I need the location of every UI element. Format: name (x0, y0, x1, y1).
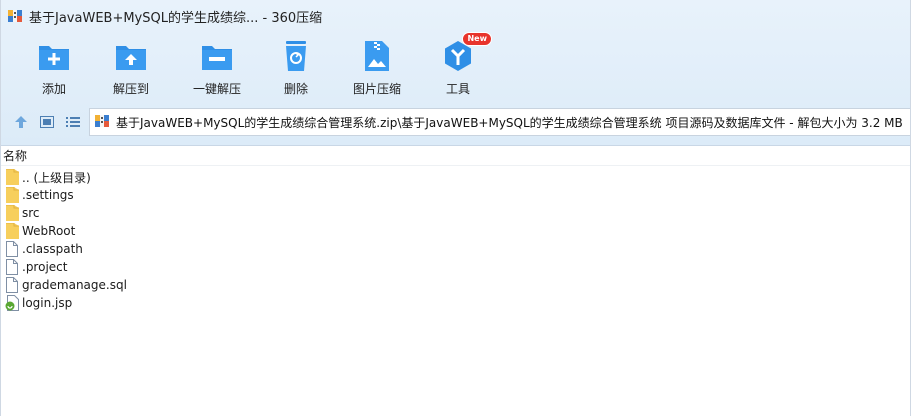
image-compress-label: 图片压缩 (352, 82, 401, 96)
list-item-src[interactable]: src (1, 204, 910, 222)
toolbar: 添加 解压到 一键解压 删除 图片压缩 New 工具 (17, 32, 492, 98)
address-bar[interactable]: 基于JavaWEB+MySQL的学生成绩综合管理系统.zip\基于JavaWEB… (89, 108, 910, 136)
list-item-webroot[interactable]: WebRoot (1, 222, 910, 240)
list-item-grademanage-sql[interactable]: grademanage.sql (1, 276, 910, 294)
column-name-header[interactable]: 名称 (3, 147, 27, 164)
delete-icon (278, 38, 314, 74)
one-click-extract-button[interactable]: 一键解压 (171, 38, 263, 97)
title-bar: 基于JavaWEB+MySQL的学生成绩综... - 360压缩 (1, 0, 910, 32)
folder-icon (5, 205, 19, 221)
extract-to-icon (113, 38, 149, 74)
extract-to-label: 解压到 (112, 82, 149, 96)
list-item-project[interactable]: .project (1, 258, 910, 276)
list-item-settings[interactable]: .settings (1, 186, 910, 204)
add-label: 添加 (41, 82, 66, 96)
window-title: 基于JavaWEB+MySQL的学生成绩综... - 360压缩 (29, 10, 323, 26)
list-item-label: .project (22, 260, 68, 274)
archive-file-icon (94, 113, 110, 132)
add-icon (36, 38, 72, 74)
app-window: 基于JavaWEB+MySQL的学生成绩综... - 360压缩 添加 解压到 … (0, 0, 911, 416)
file-icon (5, 277, 19, 293)
list-item-parent-dir[interactable]: .. (上级目录) (1, 168, 910, 186)
jsp-file-icon (5, 295, 19, 311)
file-icon (5, 241, 19, 257)
folder-icon (5, 169, 19, 185)
list-view-icon[interactable] (63, 112, 83, 132)
navigation-row: 基于JavaWEB+MySQL的学生成绩综合管理系统.zip\基于JavaWEB… (1, 108, 910, 136)
list-item-label: .. (上级目录) (22, 170, 91, 185)
tools-button[interactable]: New 工具 (425, 32, 492, 97)
up-arrow-icon[interactable] (11, 112, 31, 132)
file-list: .. (上级目录) .settings src WebRoot .classpa… (1, 168, 910, 312)
list-item-label: .classpath (22, 242, 83, 256)
image-compress-icon (359, 38, 395, 74)
file-icon (5, 259, 19, 275)
list-item-label: src (22, 206, 40, 220)
one-click-extract-icon (199, 38, 235, 74)
header-area: 基于JavaWEB+MySQL的学生成绩综... - 360压缩 添加 解压到 … (1, 0, 910, 146)
folder-icon (5, 187, 19, 203)
list-item-login-jsp[interactable]: login.jsp (1, 294, 910, 312)
one-click-extract-label: 一键解压 (192, 82, 241, 96)
delete-button[interactable]: 删除 (263, 38, 329, 97)
tools-label: 工具 (445, 82, 470, 96)
list-item-label: .settings (22, 188, 74, 202)
new-badge: New (462, 32, 492, 46)
list-header: 名称 (1, 146, 910, 166)
folder-icon (5, 223, 19, 239)
image-compress-button[interactable]: 图片压缩 (329, 38, 425, 97)
archive-app-icon (7, 8, 23, 24)
list-item-label: WebRoot (22, 224, 76, 238)
list-item-label: grademanage.sql (22, 278, 127, 292)
delete-label: 删除 (283, 82, 308, 96)
extract-to-button[interactable]: 解压到 (91, 38, 171, 97)
tools-icon: New (440, 32, 492, 74)
address-path: 基于JavaWEB+MySQL的学生成绩综合管理系统.zip\基于JavaWEB… (116, 115, 903, 130)
thumbnail-view-icon[interactable] (37, 112, 57, 132)
add-button[interactable]: 添加 (17, 38, 91, 97)
list-item-classpath[interactable]: .classpath (1, 240, 910, 258)
list-item-label: login.jsp (22, 296, 73, 310)
